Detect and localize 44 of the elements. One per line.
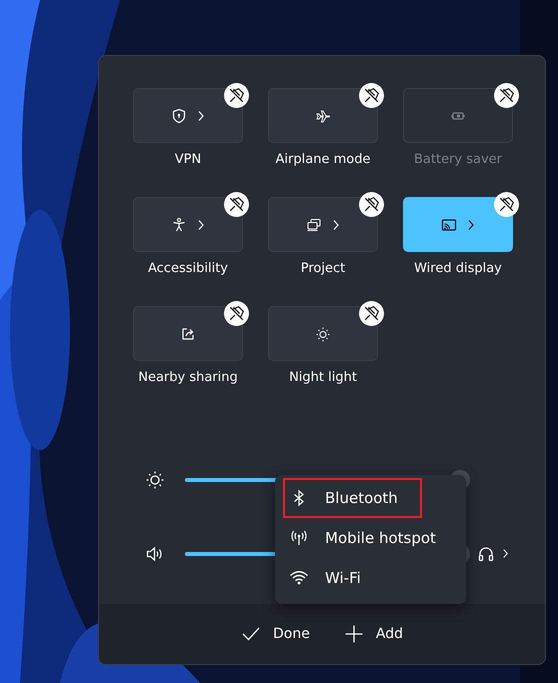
unpin-icon[interactable] (224, 301, 249, 326)
chevron-right-icon (332, 218, 340, 230)
quick-setting-tile[interactable] (133, 88, 243, 143)
tile-label: Project (300, 261, 346, 276)
chevron-right-icon (197, 110, 205, 122)
cast-icon (441, 216, 457, 232)
quick-setting-tile[interactable] (268, 88, 378, 143)
quick-setting-tile[interactable] (133, 306, 243, 361)
airplane-icon (315, 108, 331, 124)
menu-item[interactable]: Bluetooth (283, 478, 422, 518)
tile-label: Airplane mode (276, 152, 370, 167)
chevron-right-icon (197, 218, 205, 230)
plus-icon (344, 624, 364, 644)
unpin-icon[interactable] (359, 192, 384, 217)
unpin-icon[interactable] (359, 301, 384, 326)
quick-setting-tile[interactable] (133, 197, 243, 252)
headphones-icon[interactable] (477, 544, 495, 562)
menu-item[interactable]: Wi-Fi (283, 558, 371, 598)
unpin-icon[interactable] (494, 83, 519, 108)
hotspot-icon (289, 528, 309, 548)
tile-label: Night light (289, 370, 357, 385)
quick-setting-tile[interactable] (268, 306, 378, 361)
tile-label: Nearby sharing (138, 370, 238, 385)
done-button[interactable]: Done (239, 620, 312, 648)
tile-label: VPN (174, 152, 202, 167)
monitors-icon (306, 216, 322, 232)
tile-label: Wired display (414, 261, 502, 276)
unpin-icon[interactable] (224, 192, 249, 217)
share-icon (180, 326, 196, 342)
quick-setting-tile[interactable] (268, 197, 378, 252)
menu-item[interactable]: Mobile hotspot (283, 518, 446, 558)
chevron-right-icon (467, 218, 475, 230)
unpin-icon[interactable] (359, 83, 384, 108)
chevron-right-icon[interactable] (502, 548, 509, 559)
accessibility-icon (171, 216, 187, 232)
unpin-icon[interactable] (224, 83, 249, 108)
add-button[interactable]: Add (342, 620, 405, 648)
shield-icon (171, 108, 187, 124)
unpin-icon[interactable] (494, 192, 519, 217)
brightness-icon (145, 470, 165, 490)
tile-label: Accessibility (148, 261, 228, 276)
night-light-icon (315, 326, 331, 342)
quick-setting-tile[interactable] (403, 197, 513, 252)
tile-label: Battery saver (414, 152, 502, 167)
